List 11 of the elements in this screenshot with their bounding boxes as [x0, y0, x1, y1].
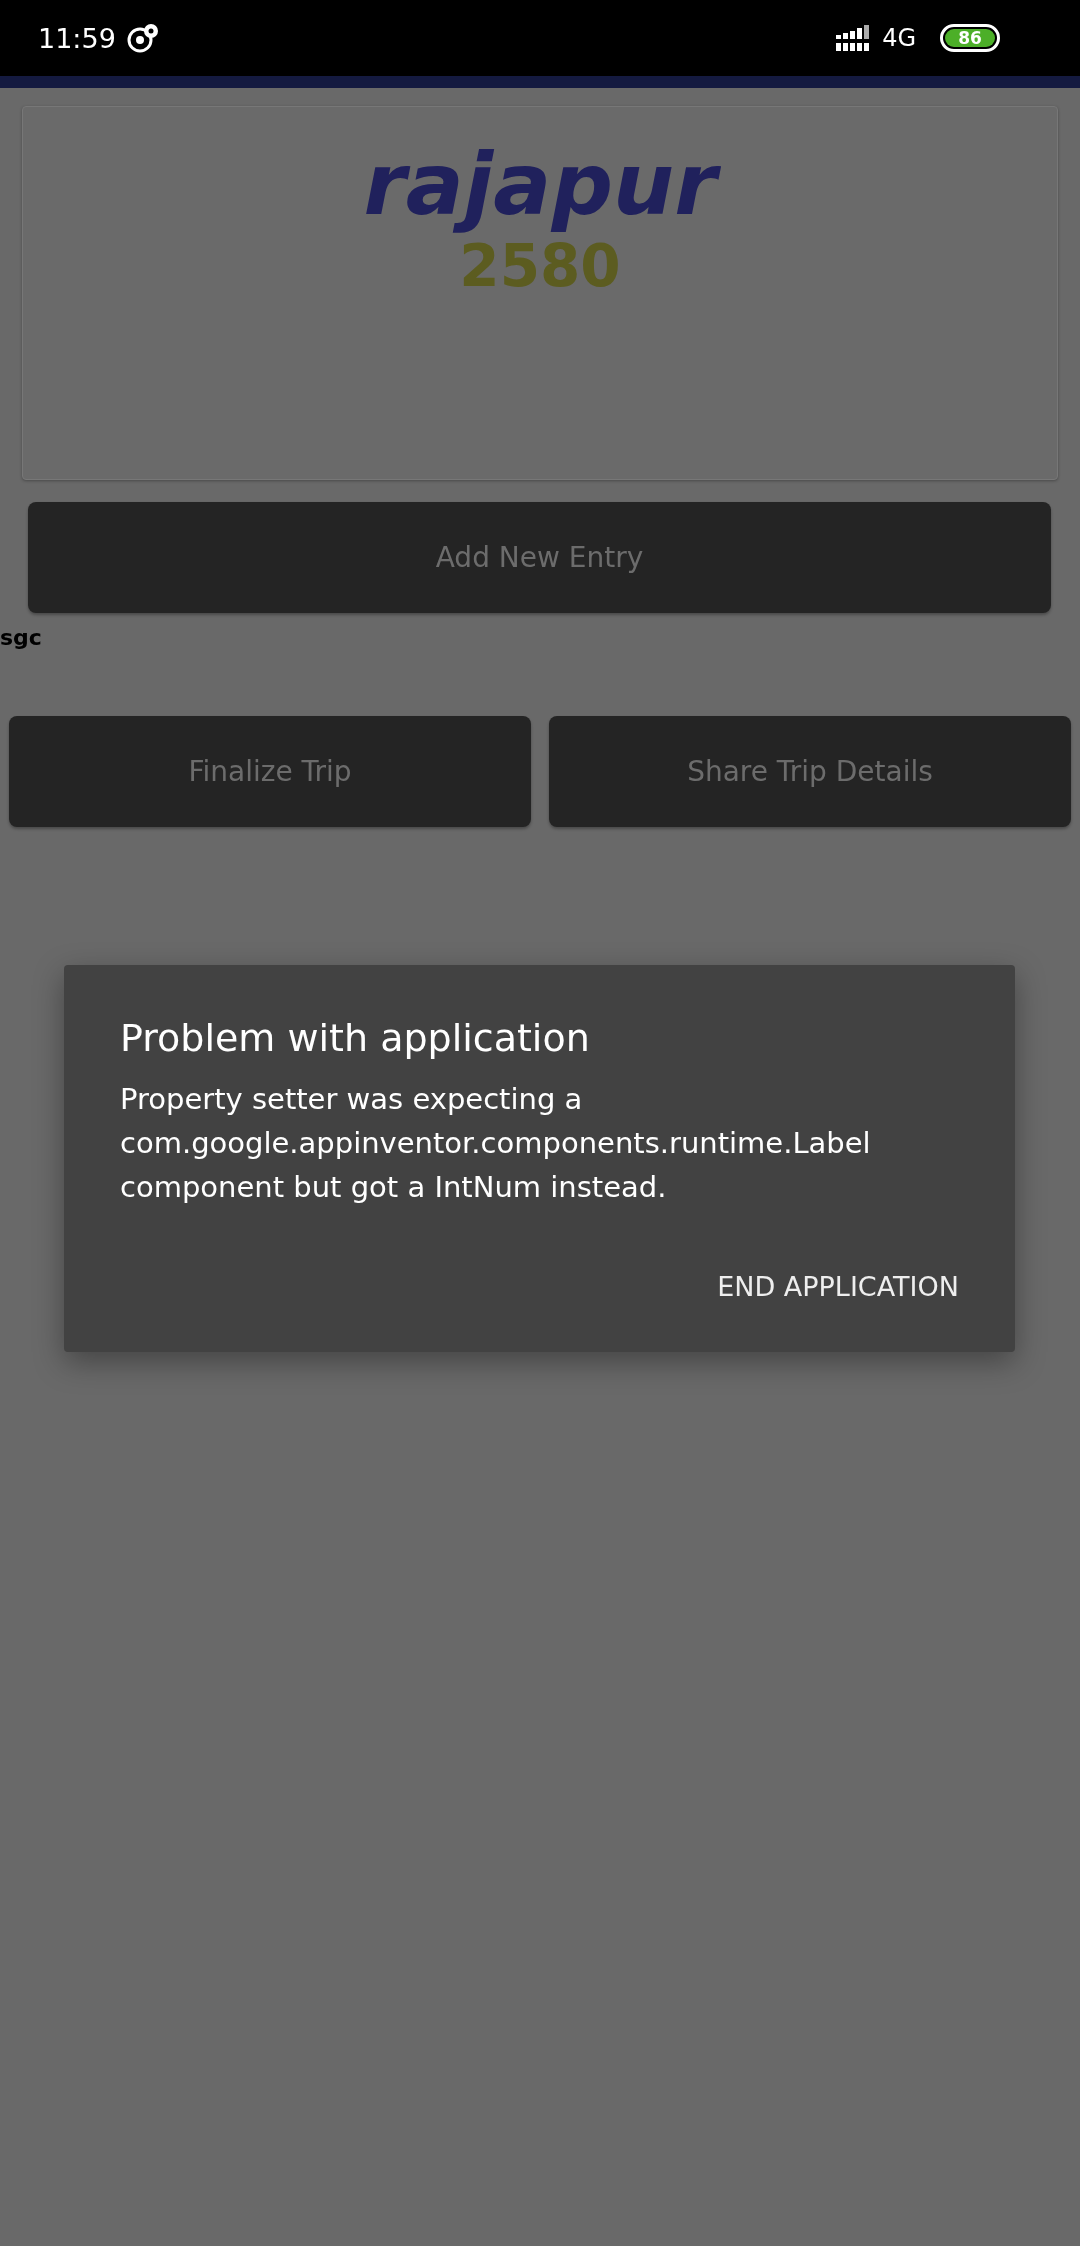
- dialog-message: Property setter was expecting a com.google.appinventor.components.runtime.Label component but got a IntNum instead.: [120, 1081, 872, 1206]
- dialog-title: Problem with application: [120, 1015, 591, 1062]
- action-button[interactable]: Share Trip Details: [549, 716, 1071, 827]
- end-application-button[interactable]: END APPLICATION: [717, 1265, 959, 1308]
- location-target-icon: [125, 23, 160, 53]
- network-type: 4G: [882, 24, 916, 52]
- action-button[interactable]: Finalize Trip: [9, 716, 531, 827]
- add-entry-button[interactable]: Add New Entry: [28, 502, 1051, 613]
- clock-time: 11:59: [38, 22, 116, 54]
- battery-indicator: 86: [940, 24, 1000, 52]
- text-label: sgc: [0, 625, 42, 650]
